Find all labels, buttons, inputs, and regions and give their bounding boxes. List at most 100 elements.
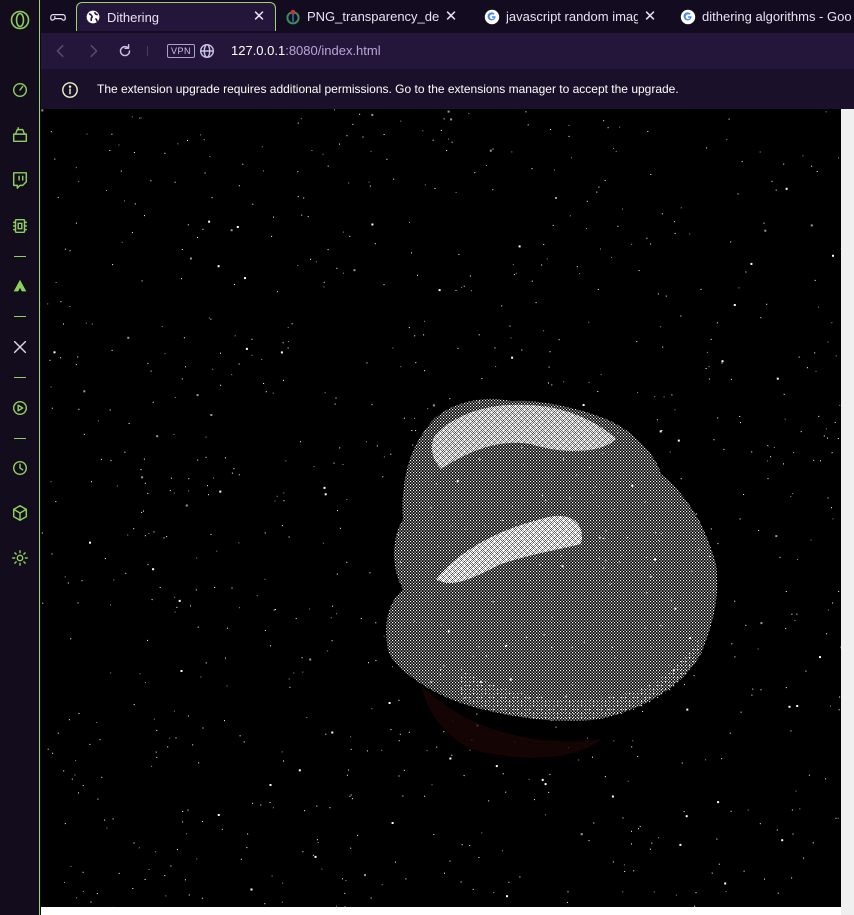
star <box>519 876 521 878</box>
star <box>814 279 816 281</box>
star <box>783 463 784 465</box>
star <box>617 225 619 227</box>
star <box>342 464 344 465</box>
star <box>118 144 120 146</box>
star <box>461 844 463 846</box>
star <box>723 448 725 450</box>
history-icon[interactable] <box>8 456 32 480</box>
star <box>316 839 318 841</box>
star <box>234 335 236 337</box>
star <box>731 643 733 645</box>
star <box>346 135 348 137</box>
star <box>622 817 624 819</box>
star <box>739 416 741 417</box>
star <box>250 888 253 891</box>
game-store-icon[interactable] <box>8 123 32 147</box>
star <box>552 224 554 226</box>
address-field[interactable]: 127.0.0.1:8080/index.html <box>231 43 381 58</box>
star <box>808 774 810 776</box>
star <box>501 305 503 307</box>
star <box>133 704 135 706</box>
tab-png-transparency[interactable]: PNG_transparency_demons ✕ <box>277 2 467 31</box>
page-scrollbar[interactable] <box>841 109 854 915</box>
site-info-globe-icon[interactable] <box>197 41 217 61</box>
tab-dithering[interactable]: Dithering ✕ <box>76 2 276 31</box>
star <box>752 688 754 690</box>
forward-button[interactable] <box>83 41 103 61</box>
star <box>139 673 141 675</box>
star <box>202 727 204 729</box>
star <box>835 355 837 357</box>
star <box>795 790 797 792</box>
star <box>281 751 283 753</box>
star <box>370 150 372 152</box>
star <box>156 435 159 438</box>
bottom-edge <box>41 907 841 915</box>
star <box>85 322 87 324</box>
star <box>174 181 176 183</box>
speed-dial-icon[interactable] <box>8 78 32 102</box>
star <box>360 618 362 620</box>
close-icon[interactable]: ✕ <box>251 9 267 25</box>
star <box>99 739 101 741</box>
star <box>631 830 632 832</box>
google-icon <box>680 9 696 24</box>
app-icon[interactable] <box>8 274 32 298</box>
star <box>78 408 80 410</box>
star <box>368 662 369 664</box>
star <box>64 248 66 250</box>
close-icon[interactable]: ✕ <box>642 8 658 25</box>
star <box>512 264 514 266</box>
infobar-message[interactable]: The extension upgrade requires additiona… <box>97 82 679 96</box>
star <box>303 197 305 199</box>
star <box>216 550 218 552</box>
opera-gx-logo-icon[interactable] <box>8 8 32 32</box>
star <box>390 453 392 455</box>
star <box>488 800 490 802</box>
star <box>717 801 720 804</box>
star <box>283 760 284 762</box>
tab-dithering-algorithms[interactable]: dithering algorithms - Goo <box>672 2 854 31</box>
star <box>658 837 660 839</box>
twitch-icon[interactable] <box>8 168 32 192</box>
star <box>424 320 426 322</box>
star <box>734 600 736 602</box>
star <box>447 110 450 113</box>
star <box>481 378 483 380</box>
star <box>659 430 662 433</box>
tab-games[interactable] <box>42 2 78 31</box>
star <box>153 531 155 533</box>
star <box>764 229 767 232</box>
back-button[interactable] <box>51 41 71 61</box>
tab-javascript-random-image[interactable]: javascript random image ap ✕ <box>476 2 666 31</box>
star <box>803 857 805 859</box>
x-twitter-icon[interactable] <box>8 335 32 359</box>
reload-button[interactable] <box>115 41 135 61</box>
star <box>252 203 254 205</box>
hardware-limiter-icon[interactable] <box>8 214 32 238</box>
star <box>716 838 718 840</box>
settings-icon[interactable] <box>8 546 32 570</box>
star <box>481 832 483 834</box>
star <box>110 672 112 674</box>
star <box>196 858 198 860</box>
extensions-icon[interactable] <box>8 501 32 525</box>
vpn-badge[interactable]: VPN <box>167 44 196 58</box>
star <box>78 713 80 714</box>
star <box>718 863 720 865</box>
star <box>776 829 778 831</box>
star <box>164 152 166 154</box>
star <box>785 591 787 592</box>
star <box>544 783 547 786</box>
star <box>238 542 240 544</box>
player-icon[interactable] <box>8 396 32 420</box>
star <box>588 321 590 323</box>
star <box>53 351 56 354</box>
star <box>371 404 373 406</box>
star <box>424 370 426 372</box>
star <box>509 325 511 327</box>
star <box>139 117 140 119</box>
star <box>112 818 114 820</box>
close-icon[interactable]: ✕ <box>443 8 459 25</box>
dithered-asteroid-canvas[interactable] <box>41 109 841 907</box>
